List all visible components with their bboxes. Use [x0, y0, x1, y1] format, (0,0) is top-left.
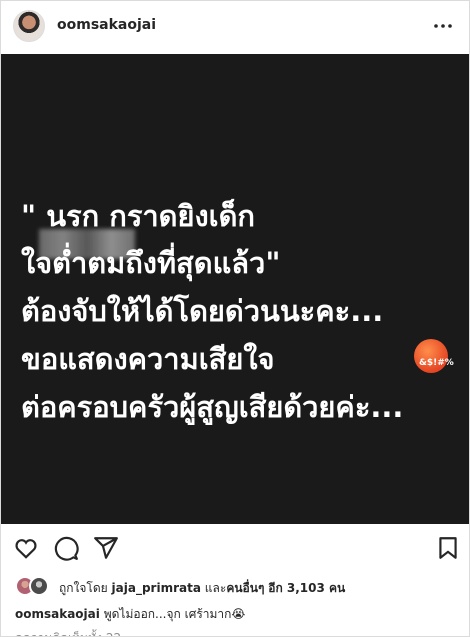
emoji-symbols-text: &$!#% [419, 358, 454, 368]
post-actions-bar [1, 527, 469, 567]
post-caption: oomsakaojai พูดไม่ออก...จุก เศร้ามาก😭 [15, 605, 245, 624]
post-image: " นรก กราดยิงเด็ก ใจต่ำตมถึงที่สุดแล้ว" … [1, 54, 469, 524]
angry-emoji-icon: &$!#% [414, 339, 454, 373]
likes-others-link[interactable]: คนอื่นๆ [226, 581, 264, 595]
instagram-post: oomsakaojai " นรก กราดยิงเด็ก ใจต่ำตมถึง… [0, 0, 470, 637]
profile-avatar[interactable] [13, 10, 45, 42]
post-text-line-2: ใจต่ำตมถึงที่สุดแล้ว" [21, 246, 281, 280]
liker-username[interactable]: jaja_primrata [112, 581, 201, 595]
profile-username[interactable]: oomsakaojai [57, 17, 156, 33]
post-text-line-4: ขอแสดงความเสียใจ [21, 342, 275, 376]
view-comments-link[interactable]: ดูความคิดเห็นทั้ง 22 [15, 629, 121, 636]
post-header: oomsakaojai [1, 1, 469, 53]
more-options-icon[interactable] [431, 14, 455, 38]
like-heart-icon[interactable] [13, 535, 39, 561]
likes-row: ถูกใจโดย jaja_primrata และคนอื่นๆ อีก 3,… [15, 576, 455, 600]
post-text-line-1: " นรก กราดยิงเด็ก [21, 199, 255, 233]
likes-middle: และ [204, 581, 227, 595]
save-bookmark-icon[interactable] [435, 535, 461, 561]
caption-text: พูดไม่ออก...จุก เศร้ามาก😭 [103, 607, 246, 621]
caption-username[interactable]: oomsakaojai [15, 607, 100, 621]
share-paper-plane-icon[interactable] [93, 535, 119, 561]
likes-count[interactable]: อีก 3,103 คน [268, 581, 345, 595]
comment-bubble-icon[interactable] [53, 535, 79, 561]
likes-prefix: ถูกใจโดย [59, 581, 108, 595]
likes-summary: ถูกใจโดย jaja_primrata และคนอื่นๆ อีก 3,… [59, 579, 345, 598]
post-text-line-3: ต้องจับให้ได้โดยด่วนนะคะ... [21, 294, 384, 328]
post-text-line-5: ต่อครอบครัวผู้สูญเสียด้วยค่ะ... [21, 390, 404, 424]
liker-avatar-2[interactable] [29, 576, 49, 596]
